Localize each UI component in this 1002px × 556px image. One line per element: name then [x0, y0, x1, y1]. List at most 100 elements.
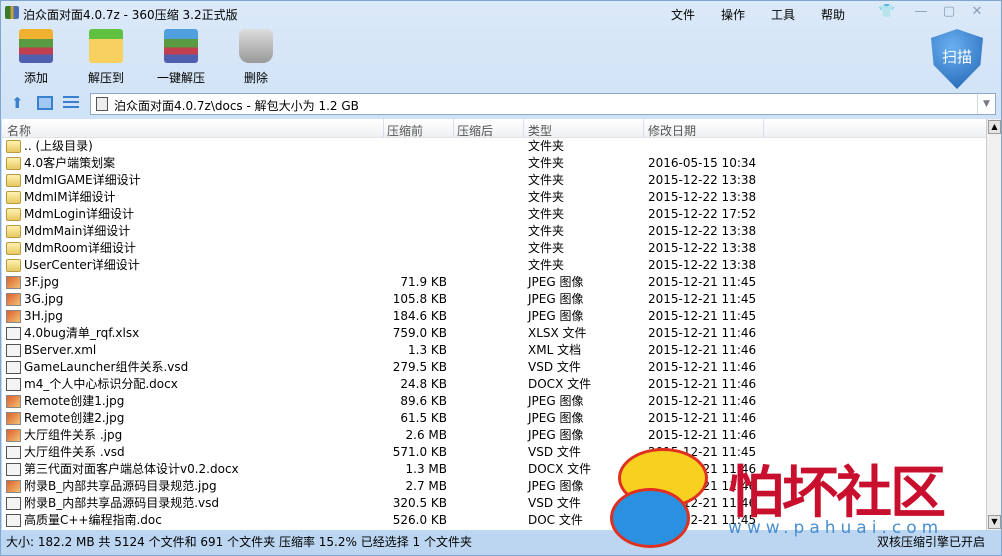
file-type: JPEG 图像 [528, 292, 584, 306]
skin-icon[interactable]: 👕 [877, 4, 897, 20]
file-row[interactable]: m4_个人中心标识分配.docx 24.8 KB DOCX 文件 2015-12… [2, 376, 986, 393]
file-row[interactable]: 3G.jpg 105.8 KB JPEG 图像 2015-12-21 11:45 [2, 291, 986, 308]
quick-extract-button[interactable]: 一键解压 [141, 29, 221, 89]
close-button[interactable]: ✕ [967, 4, 987, 20]
file-date: 2015-12-22 13:38 [648, 224, 757, 238]
file-row[interactable]: 第三代面对面客户端总体设计v0.2.docx 1.3 MB DOCX 文件 20… [2, 461, 986, 478]
file-row[interactable]: 高质量C++编程指南.doc 526.0 KB DOC 文件 2015-12-2… [2, 512, 986, 529]
file-row[interactable]: 4.0客户端策划案 文件夹 2016-05-15 10:34 [2, 155, 986, 172]
file-icon [6, 276, 21, 289]
file-row[interactable]: UserCenter详细设计 文件夹 2015-12-22 13:38 [2, 257, 986, 274]
file-type: DOC 文件 [528, 513, 583, 527]
file-row[interactable]: Remote创建1.jpg 89.6 KB JPEG 图像 2015-12-21… [2, 393, 986, 410]
file-row[interactable]: 4.0bug清单_rqf.xlsx 759.0 KB XLSX 文件 2015-… [2, 325, 986, 342]
file-icon [6, 412, 21, 425]
file-type: 文件夹 [528, 190, 565, 204]
file-type: DOCX 文件 [528, 377, 592, 391]
file-icon [6, 446, 21, 459]
file-name: MdmRoom详细设计 [24, 241, 136, 255]
file-date: 2015-12-21 11:45 [648, 292, 757, 306]
file-row[interactable]: MdmRoom详细设计 文件夹 2015-12-22 13:38 [2, 240, 986, 257]
path-input[interactable]: 泊众面对面4.0.7z\docs - 解包大小为 1.2 GB ▼ [90, 93, 996, 115]
menu-tools[interactable]: 工具 [771, 6, 821, 23]
file-date: 2015-12-22 13:38 [648, 241, 757, 255]
file-row[interactable]: BServer.xml 1.3 KB XML 文档 2015-12-21 11:… [2, 342, 986, 359]
file-date: 2015-12-21 11:46 [648, 377, 757, 391]
file-type: JPEG 图像 [528, 309, 584, 323]
file-date: 2016-05-15 10:34 [648, 156, 757, 170]
file-type: 文件夹 [528, 241, 565, 255]
folder-icon [6, 259, 21, 272]
file-date: 2015-12-21 11:45 [648, 309, 757, 323]
scroll-down-icon[interactable]: ▼ [988, 515, 1001, 529]
maximize-button[interactable]: ▢ [939, 4, 959, 20]
file-type: JPEG 图像 [528, 394, 584, 408]
minimize-button[interactable]: — [911, 4, 931, 20]
path-text: 泊众面对面4.0.7z\docs - 解包大小为 1.2 GB [114, 99, 359, 113]
file-icon [6, 514, 21, 527]
file-type: JPEG 图像 [528, 411, 584, 425]
file-row[interactable]: MdmMain详细设计 文件夹 2015-12-22 13:38 [2, 223, 986, 240]
file-row[interactable]: MdmIM详细设计 文件夹 2015-12-22 13:38 [2, 189, 986, 206]
status-bar: 大小: 182.2 MB 共 5124 个文件和 691 个文件夹 压缩率 15… [1, 531, 1001, 553]
extract-to-button[interactable]: 解压到 [71, 29, 141, 89]
file-icon [6, 310, 21, 323]
folder-icon [6, 191, 21, 204]
file-row[interactable]: Remote创建2.jpg 61.5 KB JPEG 图像 2015-12-21… [2, 410, 986, 427]
delete-label: 删除 [243, 71, 268, 85]
delete-button[interactable]: 删除 [221, 29, 291, 89]
folder-icon [6, 208, 21, 221]
column-type[interactable]: 类型 [528, 122, 552, 139]
file-row[interactable]: 3F.jpg 71.9 KB JPEG 图像 2015-12-21 11:45 [2, 274, 986, 291]
thumbnail-view-icon[interactable] [37, 96, 53, 110]
menu-operation[interactable]: 操作 [721, 6, 771, 23]
file-icon [6, 480, 21, 493]
scan-button[interactable]: 扫描 [931, 29, 983, 89]
file-icon [6, 361, 21, 374]
file-row[interactable]: MdmIGAME详细设计 文件夹 2015-12-22 13:38 [2, 172, 986, 189]
file-size: 61.5 KB [400, 411, 447, 425]
extract-to-label: 解压到 [87, 71, 124, 85]
scroll-up-icon[interactable]: ▲ [988, 120, 1001, 134]
file-size: 1.3 KB [408, 343, 447, 357]
vertical-scrollbar[interactable]: ▲ ▼ [986, 119, 1001, 530]
menu-help[interactable]: 帮助 [821, 6, 871, 23]
file-name: Remote创建2.jpg [24, 411, 125, 425]
file-row[interactable]: 大厅组件关系 .jpg 2.6 MB JPEG 图像 2015-12-21 11… [2, 427, 986, 444]
up-arrow-icon[interactable]: ⬆ [11, 96, 27, 111]
file-name: GameLauncher组件关系.vsd [24, 360, 189, 374]
title-bar: 泊众面对面4.0.7z - 360压缩 3.2正式版 文件 操作 工具 帮助 👕… [1, 1, 1001, 25]
file-name: 3H.jpg [24, 309, 63, 323]
column-size[interactable]: 压缩前 [387, 122, 423, 139]
menu-bar: 文件 操作 工具 帮助 [671, 6, 871, 23]
column-name[interactable]: 名称 [7, 122, 31, 139]
file-name: 第三代面对面客户端总体设计v0.2.docx [24, 462, 239, 476]
status-summary: 大小: 182.2 MB 共 5124 个文件和 691 个文件夹 压缩率 15… [6, 535, 472, 549]
file-row[interactable]: 附录B_内部共享品源码目录规范.jpg 2.7 MB JPEG 图像 2015-… [2, 478, 986, 495]
column-packed[interactable]: 压缩后 [457, 122, 493, 139]
file-date: 2015-12-21 11:46 [648, 411, 757, 425]
file-row[interactable]: 附录B_内部共享品源码目录规范.vsd 320.5 KB VSD 文件 2015… [2, 495, 986, 512]
list-view-icon[interactable] [63, 96, 79, 110]
file-row[interactable]: MdmLogin详细设计 文件夹 2015-12-22 17:52 [2, 206, 986, 223]
path-dropdown-icon[interactable]: ▼ [977, 94, 995, 114]
file-size: 24.8 KB [400, 377, 447, 391]
add-button[interactable]: 添加 [1, 29, 71, 89]
file-icon [6, 429, 21, 442]
menu-file[interactable]: 文件 [671, 6, 721, 23]
file-name: 高质量C++编程指南.doc [24, 513, 162, 527]
file-size: 526.0 KB [392, 513, 447, 527]
file-type: VSD 文件 [528, 496, 581, 510]
file-row[interactable]: 3H.jpg 184.6 KB JPEG 图像 2015-12-21 11:45 [2, 308, 986, 325]
file-size: 184.6 KB [392, 309, 447, 323]
file-name: MdmLogin详细设计 [24, 207, 135, 221]
file-size: 571.0 KB [392, 445, 447, 459]
file-row[interactable]: .. (上级目录) 文件夹 [2, 138, 986, 155]
file-row[interactable]: GameLauncher组件关系.vsd 279.5 KB VSD 文件 201… [2, 359, 986, 376]
file-size: 1.3 MB [405, 462, 447, 476]
file-name: 大厅组件关系 .jpg [24, 428, 123, 442]
file-row[interactable]: 大厅组件关系 .vsd 571.0 KB VSD 文件 2015-12-21 1… [2, 444, 986, 461]
column-date[interactable]: 修改日期 [648, 122, 696, 139]
quick-extract-icon [164, 29, 198, 63]
file-name: BServer.xml [24, 343, 97, 357]
